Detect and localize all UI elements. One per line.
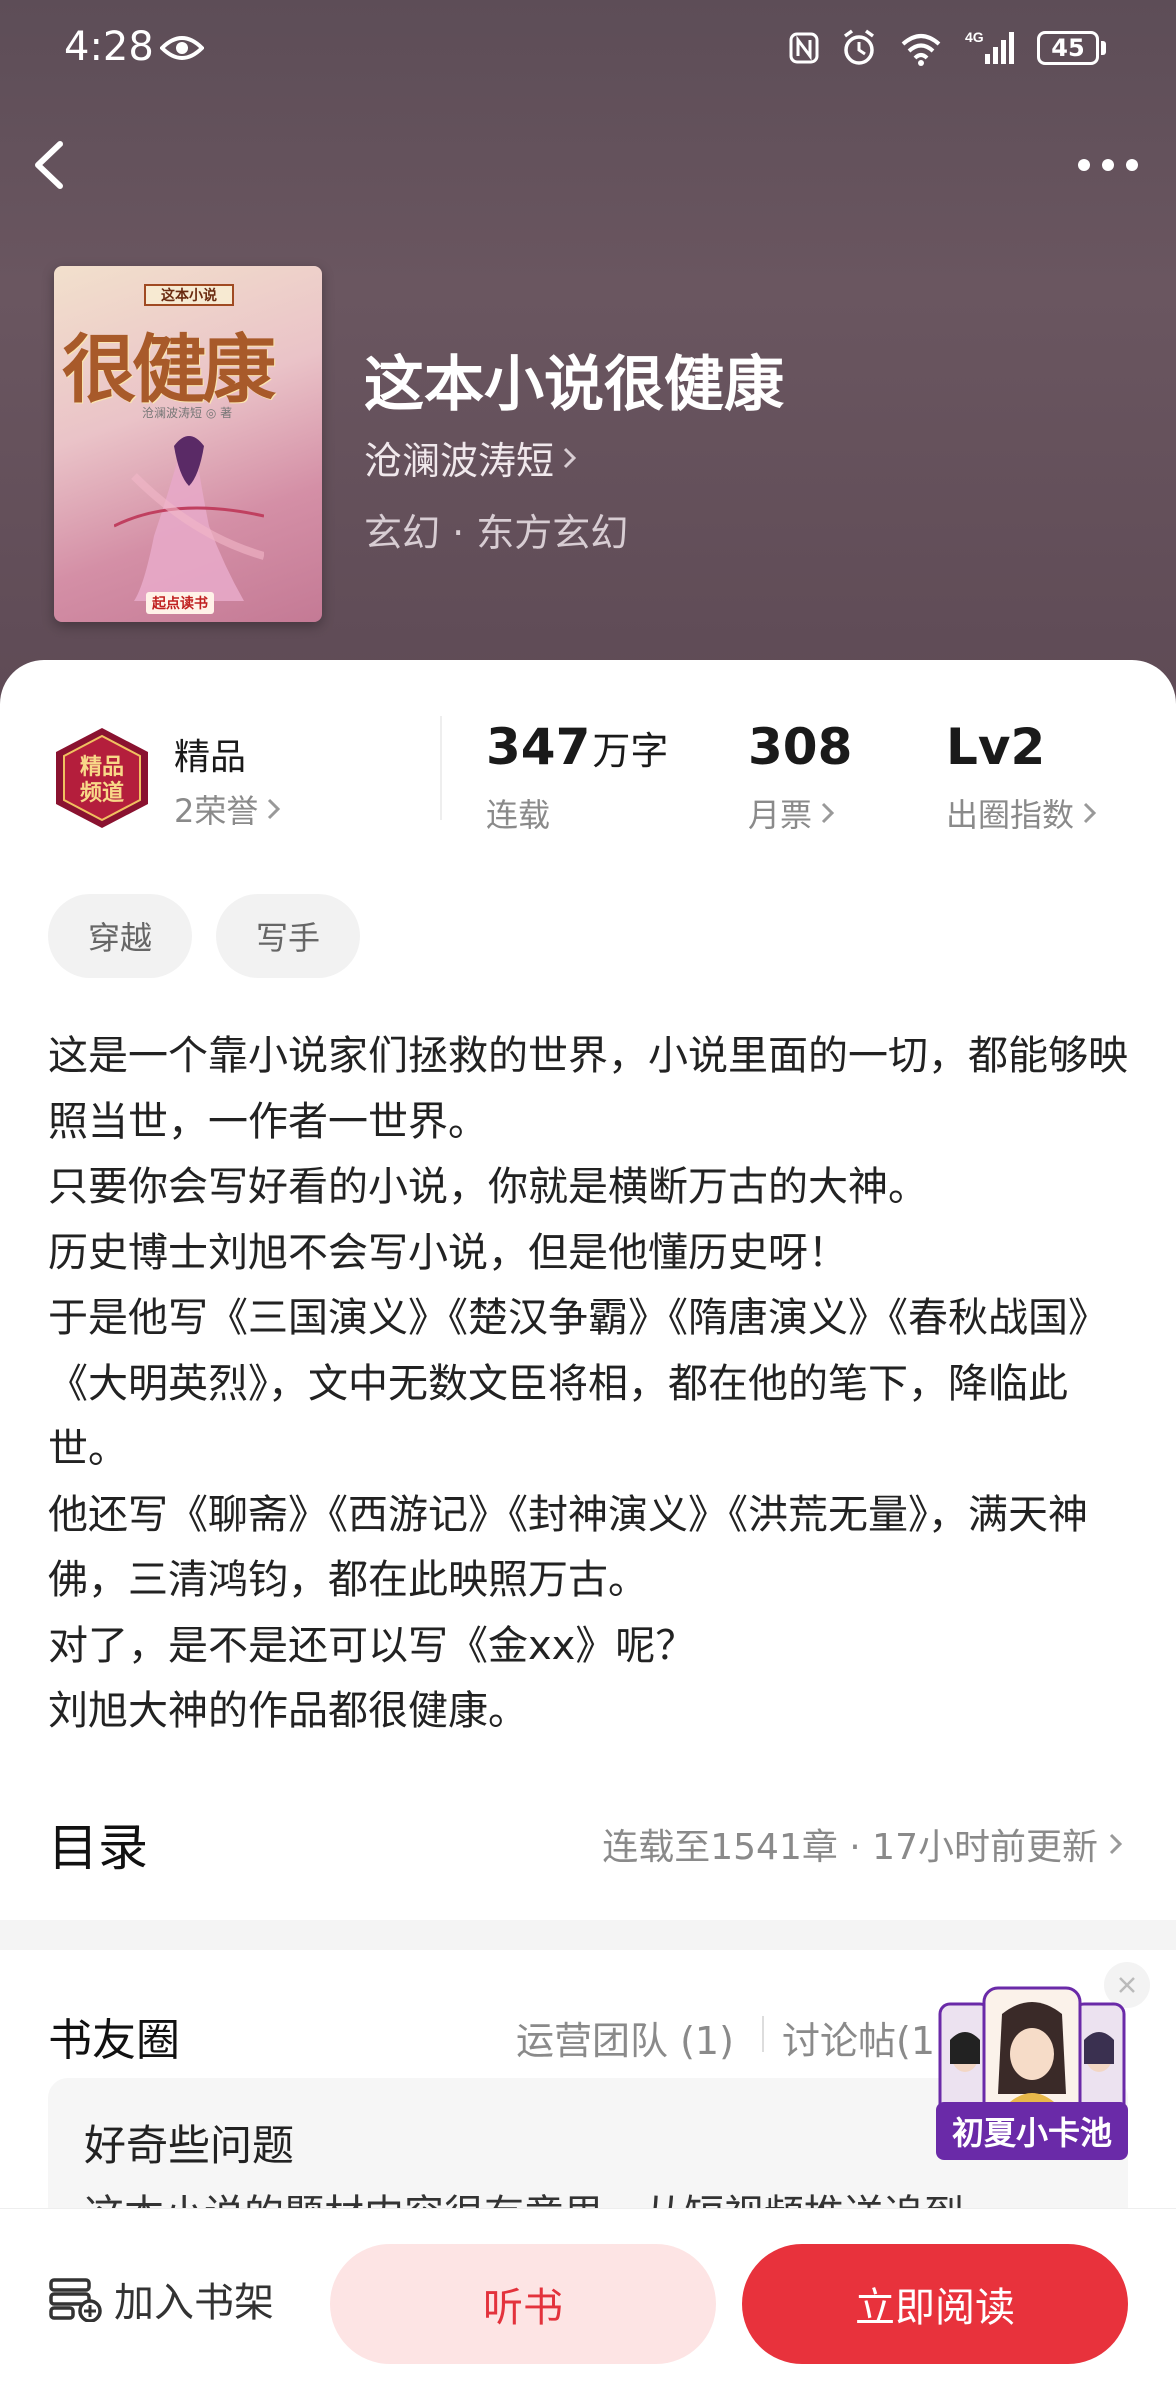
book-cover[interactable]: 这本小说 很健康 沧澜波涛短 ◎ 著 起点读书	[54, 266, 322, 622]
svg-text:频道: 频道	[80, 780, 124, 806]
honors-link[interactable]: 2荣誉	[174, 786, 282, 832]
popularity-index-label: 出圈指数	[946, 796, 1075, 834]
svg-text:精品: 精品	[80, 754, 124, 780]
promo-label[interactable]: 初夏小卡池	[936, 2102, 1128, 2160]
synopsis-paragraph: 对了，是不是还可以写《金xx》呢？	[48, 1622, 696, 1669]
toc-status-link[interactable]: 连载至1541章 · 17小时前更新	[602, 1818, 1124, 1870]
word-count-value: 347	[486, 718, 591, 776]
tag-chip[interactable]: 穿越	[48, 894, 192, 978]
chevron-right-icon	[1109, 1833, 1123, 1855]
cover-tag: 这本小说	[144, 284, 234, 306]
toc-status-text: 连载至1541章 · 17小时前更新	[602, 1827, 1098, 1868]
nfc-icon	[789, 32, 819, 64]
tab-divider	[762, 2016, 764, 2052]
honors-count: 2荣誉	[174, 792, 259, 830]
status-time: 4:28	[64, 24, 154, 70]
quality-label: 精品	[174, 737, 247, 778]
question-title: 好奇些问题	[84, 2121, 295, 2170]
book-author-link[interactable]: 沧澜波涛短	[364, 430, 578, 485]
tag-chip[interactable]: 写手	[216, 894, 360, 978]
serial-status-label: 连载	[486, 796, 551, 834]
back-icon[interactable]	[30, 138, 70, 192]
monthly-tickets-value: 308	[748, 718, 853, 776]
more-options-icon[interactable]	[1076, 156, 1140, 174]
cover-publisher: 起点读书	[146, 592, 214, 614]
popularity-index-value: Lv2	[946, 718, 1046, 776]
battery-icon: 45	[1037, 31, 1106, 65]
bookshelf-add-icon	[49, 2278, 102, 2322]
word-count-unit: 万字	[592, 729, 669, 773]
synopsis-paragraph: 只要你会写好看的小说，你就是横断万古的大神。	[48, 1164, 928, 1210]
synopsis-paragraph: 他还写《聊斋》《西游记》《封神演义》《洪荒无量》，满天神佛，三清鸿钧，都在此映照…	[48, 1491, 1088, 1604]
popularity-index: Lv2	[946, 718, 1045, 776]
battery-level: 45	[1037, 31, 1099, 65]
cover-title: 很健康	[62, 327, 276, 413]
add-to-shelf-label: 加入书架	[114, 2280, 274, 2326]
chevron-right-icon	[1083, 802, 1097, 824]
author-name: 沧澜波涛短	[364, 439, 555, 483]
tab-discussion-posts[interactable]: 讨论帖(1	[782, 2010, 935, 2065]
synopsis: 这是一个靠小说家们拯救的世界，小说里面的一切，都能够映照当世，一作者一世界。 只…	[48, 1024, 1132, 1745]
wifi-icon	[901, 34, 941, 66]
eye-icon	[160, 36, 204, 60]
book-genre[interactable]: 玄幻 · 东方玄幻	[364, 502, 628, 557]
word-count: 347 万字	[486, 718, 668, 776]
cover-illustration	[114, 436, 264, 601]
quality-badge-icon: 精品 频道	[56, 728, 148, 828]
monthly-tickets-label: 月票	[748, 796, 813, 834]
synopsis-paragraph: 这是一个靠小说家们拯救的世界，小说里面的一切，都能够映照当世，一作者一世界。	[48, 1033, 1128, 1145]
listen-button[interactable]: 听书	[330, 2244, 716, 2364]
signal-icon: 4G	[965, 29, 1014, 64]
chevron-right-icon	[821, 802, 835, 824]
chevron-right-icon	[563, 447, 577, 468]
read-now-button[interactable]: 立即阅读	[742, 2244, 1128, 2364]
toc-title[interactable]: 目录	[48, 1808, 148, 1880]
monthly-tickets: 308	[748, 718, 852, 776]
tab-operations-team[interactable]: 运营团队 (1)	[516, 2010, 734, 2065]
popularity-index-link[interactable]: 出圈指数	[946, 790, 1098, 836]
book-title: 这本小说很健康	[364, 350, 784, 420]
stats-divider	[440, 716, 442, 820]
status-icons: 4G 45	[789, 28, 1106, 68]
add-to-shelf-button[interactable]: 加入书架	[48, 2270, 274, 2328]
svg-text:4G: 4G	[965, 29, 984, 45]
synopsis-paragraph: 刘旭大神的作品都很健康。	[48, 1688, 528, 1734]
synopsis-paragraph: 于是他写《三国演义》《楚汉争霸》《隋唐演义》《春秋战国》《大明英烈》，文中无数文…	[48, 1295, 1108, 1472]
chevron-right-icon	[268, 798, 281, 820]
alarm-icon	[843, 29, 875, 65]
serial-status: 连载	[486, 790, 550, 836]
synopsis-paragraph: 历史博士刘旭不会写小说，但是他懂历史呀！	[48, 1229, 848, 1276]
status-bar: 4:28 4G 45	[0, 0, 1176, 100]
monthly-tickets-link[interactable]: 月票	[748, 790, 836, 836]
book-circle-title[interactable]: 书友圈	[48, 2004, 180, 2068]
